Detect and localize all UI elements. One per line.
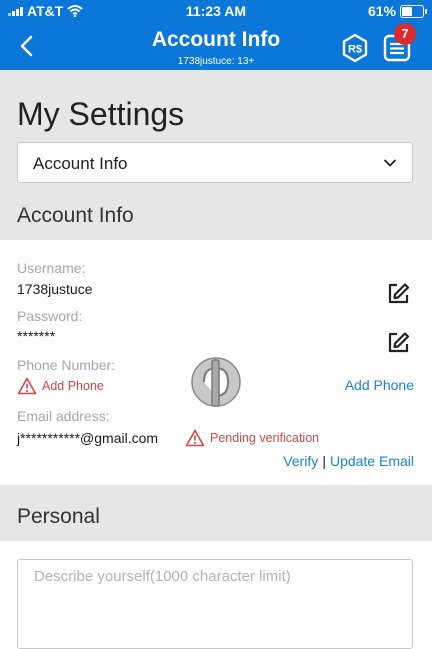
- chevron-down-icon: [384, 159, 396, 167]
- email-value: j***********@gmail.com: [17, 430, 159, 446]
- watermark-logo-icon: [191, 357, 241, 407]
- email-status-text: Pending verification: [210, 431, 320, 445]
- status-bar: AT&T 11:23 AM 61%: [0, 0, 432, 22]
- edit-password-icon[interactable]: [386, 331, 410, 355]
- username-label: Username:: [17, 260, 86, 276]
- battery-fill: [402, 6, 412, 16]
- page-title: My Settings: [17, 96, 185, 132]
- robux-label: R$: [348, 44, 362, 56]
- battery-percent: 61%: [367, 3, 396, 19]
- edit-username-icon[interactable]: [386, 282, 410, 306]
- account-info-heading: Account Info: [17, 204, 134, 227]
- verify-link[interactable]: Verify: [283, 453, 318, 469]
- link-separator: |: [322, 453, 326, 469]
- phone-label: Phone Number:: [17, 357, 116, 373]
- phone-warning: Add Phone: [17, 377, 104, 395]
- warning-icon: [185, 429, 205, 447]
- settings-header: My Settings Account Info Account Info: [0, 70, 432, 240]
- personal-heading: Personal: [17, 505, 100, 528]
- email-label: Email address:: [17, 408, 110, 424]
- email-status: Pending verification: [185, 429, 319, 447]
- username-value: 1738justuce: [17, 281, 93, 297]
- warning-icon: [17, 377, 37, 395]
- phone-warning-text: Add Phone: [42, 379, 104, 393]
- password-value: *******: [17, 328, 56, 344]
- settings-dropdown[interactable]: Account Info: [17, 142, 413, 183]
- navigation-bar: Account Info 1738justuce: 13+ R$ 7: [0, 22, 432, 70]
- email-actions: Verify | Update Email: [283, 453, 414, 469]
- battery-group: 61%: [367, 3, 427, 19]
- add-phone-link[interactable]: Add Phone: [345, 377, 414, 393]
- robux-button[interactable]: R$: [340, 33, 370, 63]
- settings-dropdown-value: Account Info: [33, 154, 128, 173]
- description-textarea[interactable]: [17, 559, 413, 649]
- personal-header: Personal: [0, 485, 432, 541]
- robux-icon: R$: [342, 33, 368, 63]
- battery-icon: [400, 4, 427, 18]
- notification-badge: 7: [394, 23, 416, 45]
- password-label: Password:: [17, 308, 83, 324]
- update-email-link[interactable]: Update Email: [330, 453, 414, 469]
- personal-section: [0, 541, 432, 649]
